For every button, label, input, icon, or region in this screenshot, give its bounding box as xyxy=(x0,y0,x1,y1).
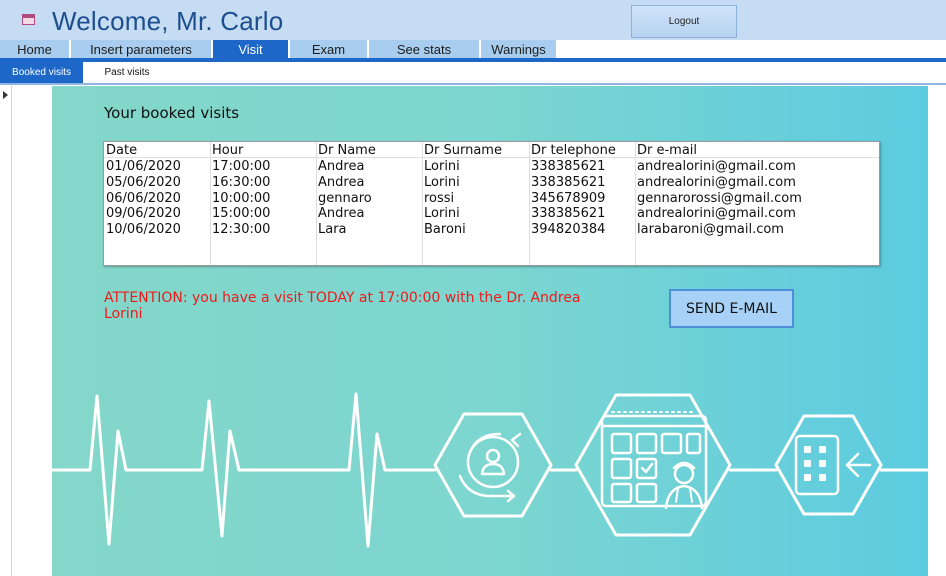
tab-insert-parameters[interactable]: Insert parameters xyxy=(71,40,213,58)
medical-illustration xyxy=(52,392,928,548)
table-cell[interactable]: Andrea xyxy=(318,206,364,221)
column-header: Hour xyxy=(212,143,244,158)
tab-warnings[interactable]: Warnings xyxy=(481,40,558,58)
attention-message: ATTENTION: you have a visit TODAY at 17:… xyxy=(104,290,581,322)
title-bar: Welcome, Mr. Carlo Logout xyxy=(0,0,946,40)
table-cell[interactable]: gennarorossi@gmail.com xyxy=(637,191,802,206)
table-cell[interactable]: larabaroni@gmail.com xyxy=(637,222,784,237)
sub-nav: Booked visits Past visits xyxy=(0,62,946,83)
table-cell[interactable]: 12:30:00 xyxy=(212,222,270,237)
page-title: Your booked visits xyxy=(104,104,240,122)
table-cell[interactable]: 345678909 xyxy=(531,191,605,206)
column-divider xyxy=(635,142,636,265)
table-cell[interactable]: 10/06/2020 xyxy=(106,222,181,237)
table-cell[interactable]: 338385621 xyxy=(531,175,605,190)
table-cell[interactable]: Lorini xyxy=(424,206,460,221)
subtab-past-visits[interactable]: Past visits xyxy=(89,62,165,83)
table-cell[interactable]: Lorini xyxy=(424,175,460,190)
subnav-divider xyxy=(0,83,946,85)
table-cell[interactable]: 06/06/2020 xyxy=(106,191,181,206)
record-selector[interactable] xyxy=(0,85,12,576)
table-cell[interactable]: Lorini xyxy=(424,159,460,174)
column-header: Dr e-mail xyxy=(637,143,698,158)
patient-refresh-icon xyxy=(433,412,553,518)
table-cell[interactable]: andrealorini@gmail.com xyxy=(637,206,796,221)
table-cell[interactable]: andrealorini@gmail.com xyxy=(637,175,796,190)
column-header: Date xyxy=(106,143,138,158)
table-cell[interactable]: 10:00:00 xyxy=(212,191,270,206)
current-record-arrow-icon xyxy=(3,91,8,99)
column-divider xyxy=(210,142,211,265)
table-cell[interactable]: 09/06/2020 xyxy=(106,206,181,221)
table-cell[interactable]: 01/06/2020 xyxy=(106,159,181,174)
table-cell[interactable]: Lara xyxy=(318,222,347,237)
table-cell[interactable]: Andrea xyxy=(318,175,364,190)
subtab-booked-visits[interactable]: Booked visits xyxy=(0,62,83,83)
table-cell[interactable]: 394820384 xyxy=(531,222,605,237)
table-cell[interactable]: andrealorini@gmail.com xyxy=(637,159,796,174)
visit-panel: Your booked visits Date Hour Dr Name Dr … xyxy=(52,86,928,576)
column-header: Dr Surname xyxy=(424,143,502,158)
visits-table[interactable]: Date Hour Dr Name Dr Surname Dr telephon… xyxy=(103,141,880,266)
table-cell[interactable]: 338385621 xyxy=(531,159,605,174)
building-windows xyxy=(804,446,826,481)
column-divider xyxy=(316,142,317,265)
heartbeat-line xyxy=(52,392,437,548)
main-nav: Home Insert parameters Visit Exam See st… xyxy=(0,40,946,58)
table-cell[interactable]: 05/06/2020 xyxy=(106,175,181,190)
hospital-building-icon xyxy=(774,414,883,516)
tab-see-stats[interactable]: See stats xyxy=(369,40,481,58)
tab-visit[interactable]: Visit xyxy=(213,40,290,58)
table-cell[interactable]: 17:00:00 xyxy=(212,159,270,174)
form-icon xyxy=(22,14,35,25)
column-header: Dr telephone xyxy=(531,143,616,158)
window-title: Welcome, Mr. Carlo xyxy=(52,6,284,36)
table-cell[interactable]: 16:30:00 xyxy=(212,175,270,190)
tab-home[interactable]: Home xyxy=(0,40,71,58)
table-cell[interactable]: 338385621 xyxy=(531,206,605,221)
table-cell[interactable]: Baroni xyxy=(424,222,466,237)
table-cell[interactable]: rossi xyxy=(424,191,454,206)
tab-exam[interactable]: Exam xyxy=(290,40,369,58)
table-cell[interactable]: gennaro xyxy=(318,191,372,206)
logout-button[interactable]: Logout xyxy=(631,5,737,38)
column-divider xyxy=(529,142,530,265)
column-header: Dr Name xyxy=(318,143,376,158)
send-email-button[interactable]: SEND E-MAIL xyxy=(669,289,794,328)
table-cell[interactable]: 15:00:00 xyxy=(212,206,270,221)
table-cell[interactable]: Andrea xyxy=(318,159,364,174)
column-divider xyxy=(422,142,423,265)
calendar-doctor-icon xyxy=(574,393,732,537)
